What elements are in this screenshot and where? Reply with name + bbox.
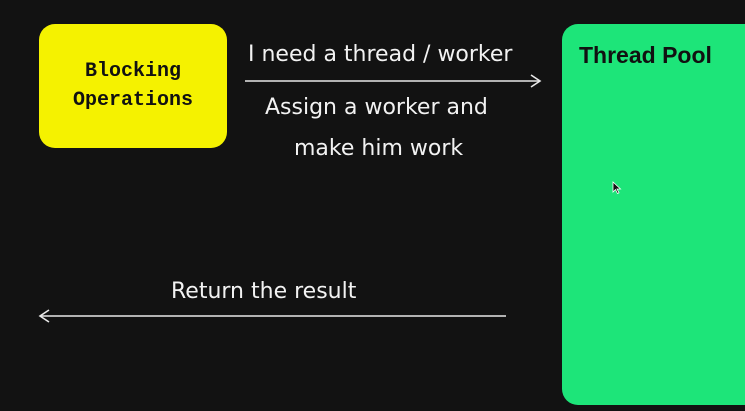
request-arrow [245, 74, 542, 88]
mouse-pointer-icon [612, 181, 622, 195]
arrows-layer [38, 74, 542, 323]
return-arrow [38, 309, 506, 323]
diagram-canvas: Blocking Operations Thread Pool I need a… [0, 0, 745, 411]
